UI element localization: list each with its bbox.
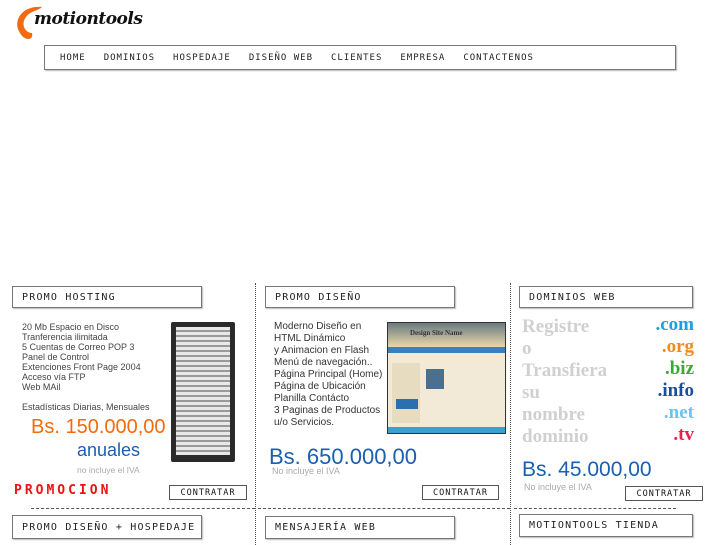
design-features: Moderno Diseño en HTML Dinámico y Animac… bbox=[274, 321, 382, 429]
feature: u/o Servicios. bbox=[274, 417, 335, 428]
nav-contactenos[interactable]: CONTACTENOS bbox=[463, 53, 534, 63]
mensajeria-web-header[interactable]: MENSAJERÍA WEB bbox=[265, 516, 455, 539]
hosting-price: Bs. 150.000,00 bbox=[31, 416, 166, 438]
nav-hospedaje[interactable]: HOSPEDAJE bbox=[173, 53, 231, 63]
feature: Estadísticas Diarias, Mensuales bbox=[22, 402, 150, 412]
feature: Extenciones Front Page 2004 bbox=[22, 362, 141, 372]
row-divider bbox=[514, 508, 676, 509]
feature: 20 Mb Espacio en Disco bbox=[22, 322, 120, 332]
feature: Menú de navegación.. bbox=[274, 357, 373, 368]
tld-info: .info bbox=[657, 380, 694, 401]
feature: Planilla Contácto bbox=[274, 393, 350, 404]
domain-tlds: .com .org .biz .info .net .tv bbox=[630, 314, 694, 446]
main-nav: HOME DOMINIOS HOSPEDAJE DISEÑO WEB CLIEN… bbox=[44, 45, 676, 70]
domain-words: Registre o Transfiera su nombre dominio bbox=[522, 316, 607, 448]
hosting-iva-note: no incluye el IVA bbox=[77, 465, 140, 475]
feature: Tranferencia ilimitada bbox=[22, 332, 108, 342]
feature: Panel de Control bbox=[22, 352, 90, 362]
promo-hosting-header: PROMO HOSTING bbox=[12, 286, 202, 308]
nav-dominios[interactable]: DOMINIOS bbox=[104, 53, 155, 63]
tld-biz: .biz bbox=[664, 358, 694, 379]
preview-title: Design Site Name bbox=[388, 323, 505, 347]
nav-empresa[interactable]: EMPRESA bbox=[400, 53, 445, 63]
tld-com: .com bbox=[655, 314, 694, 335]
word: nombre bbox=[522, 404, 585, 425]
logo[interactable]: motiontools bbox=[12, 3, 152, 43]
word: Transfiera bbox=[522, 360, 608, 381]
nav-home[interactable]: HOME bbox=[60, 53, 86, 63]
hosting-period: anuales bbox=[77, 440, 141, 460]
hosting-features: 20 Mb Espacio en Disco Tranferencia ilim… bbox=[22, 322, 150, 412]
row-divider bbox=[31, 508, 255, 509]
feature: 3 Paginas de Productos bbox=[274, 405, 381, 416]
motiontools-tienda-header[interactable]: MOTIONTOOLS TIENDA bbox=[519, 514, 693, 537]
logo-text: motiontools bbox=[34, 9, 143, 29]
feature: Página de Ubicación bbox=[274, 381, 366, 392]
word: Registre bbox=[522, 316, 590, 337]
nav-clientes[interactable]: CLIENTES bbox=[331, 53, 382, 63]
feature: Acceso vía FTP bbox=[22, 372, 86, 382]
website-preview-image: Design Site Name bbox=[387, 322, 506, 434]
column-divider bbox=[510, 283, 511, 545]
feature: Web MAil bbox=[22, 382, 61, 392]
word: o bbox=[522, 338, 532, 359]
hosting-contratar-button[interactable]: CONTRATAR bbox=[169, 485, 247, 500]
server-image bbox=[171, 322, 235, 462]
nav-diseno-web[interactable]: DISEÑO WEB bbox=[249, 53, 313, 63]
promocion-label: PROMOCION bbox=[14, 483, 112, 498]
word: su bbox=[522, 382, 540, 403]
design-iva-note: No incluye el IVA bbox=[272, 466, 340, 476]
tld-net: .net bbox=[663, 402, 694, 423]
word: dominio bbox=[522, 426, 589, 447]
feature: y Animacion en Flash bbox=[274, 345, 370, 356]
domain-iva-note: No incluye el IVA bbox=[524, 482, 592, 492]
tld-org: .org bbox=[661, 336, 694, 357]
feature: HTML Dinámico bbox=[274, 333, 346, 344]
domain-contratar-button[interactable]: CONTRATAR bbox=[625, 486, 703, 501]
domain-price: Bs. 45.000,00 bbox=[522, 458, 652, 481]
feature: 5 Cuentas de Correo POP 3 bbox=[22, 342, 135, 352]
row-divider bbox=[258, 508, 510, 509]
promo-diseno-header: PROMO DISEÑO bbox=[265, 286, 455, 308]
tld-tv: .tv bbox=[673, 424, 694, 445]
feature: Página Principal (Home) bbox=[274, 369, 383, 380]
column-divider bbox=[255, 283, 256, 545]
dominios-web-header: DOMINIOS WEB bbox=[519, 286, 693, 308]
feature: Moderno Diseño en bbox=[274, 321, 362, 332]
promo-diseno-hospedaje-header[interactable]: PROMO DISEÑO + HOSPEDAJE bbox=[12, 515, 202, 539]
design-contratar-button[interactable]: CONTRATAR bbox=[422, 485, 499, 500]
